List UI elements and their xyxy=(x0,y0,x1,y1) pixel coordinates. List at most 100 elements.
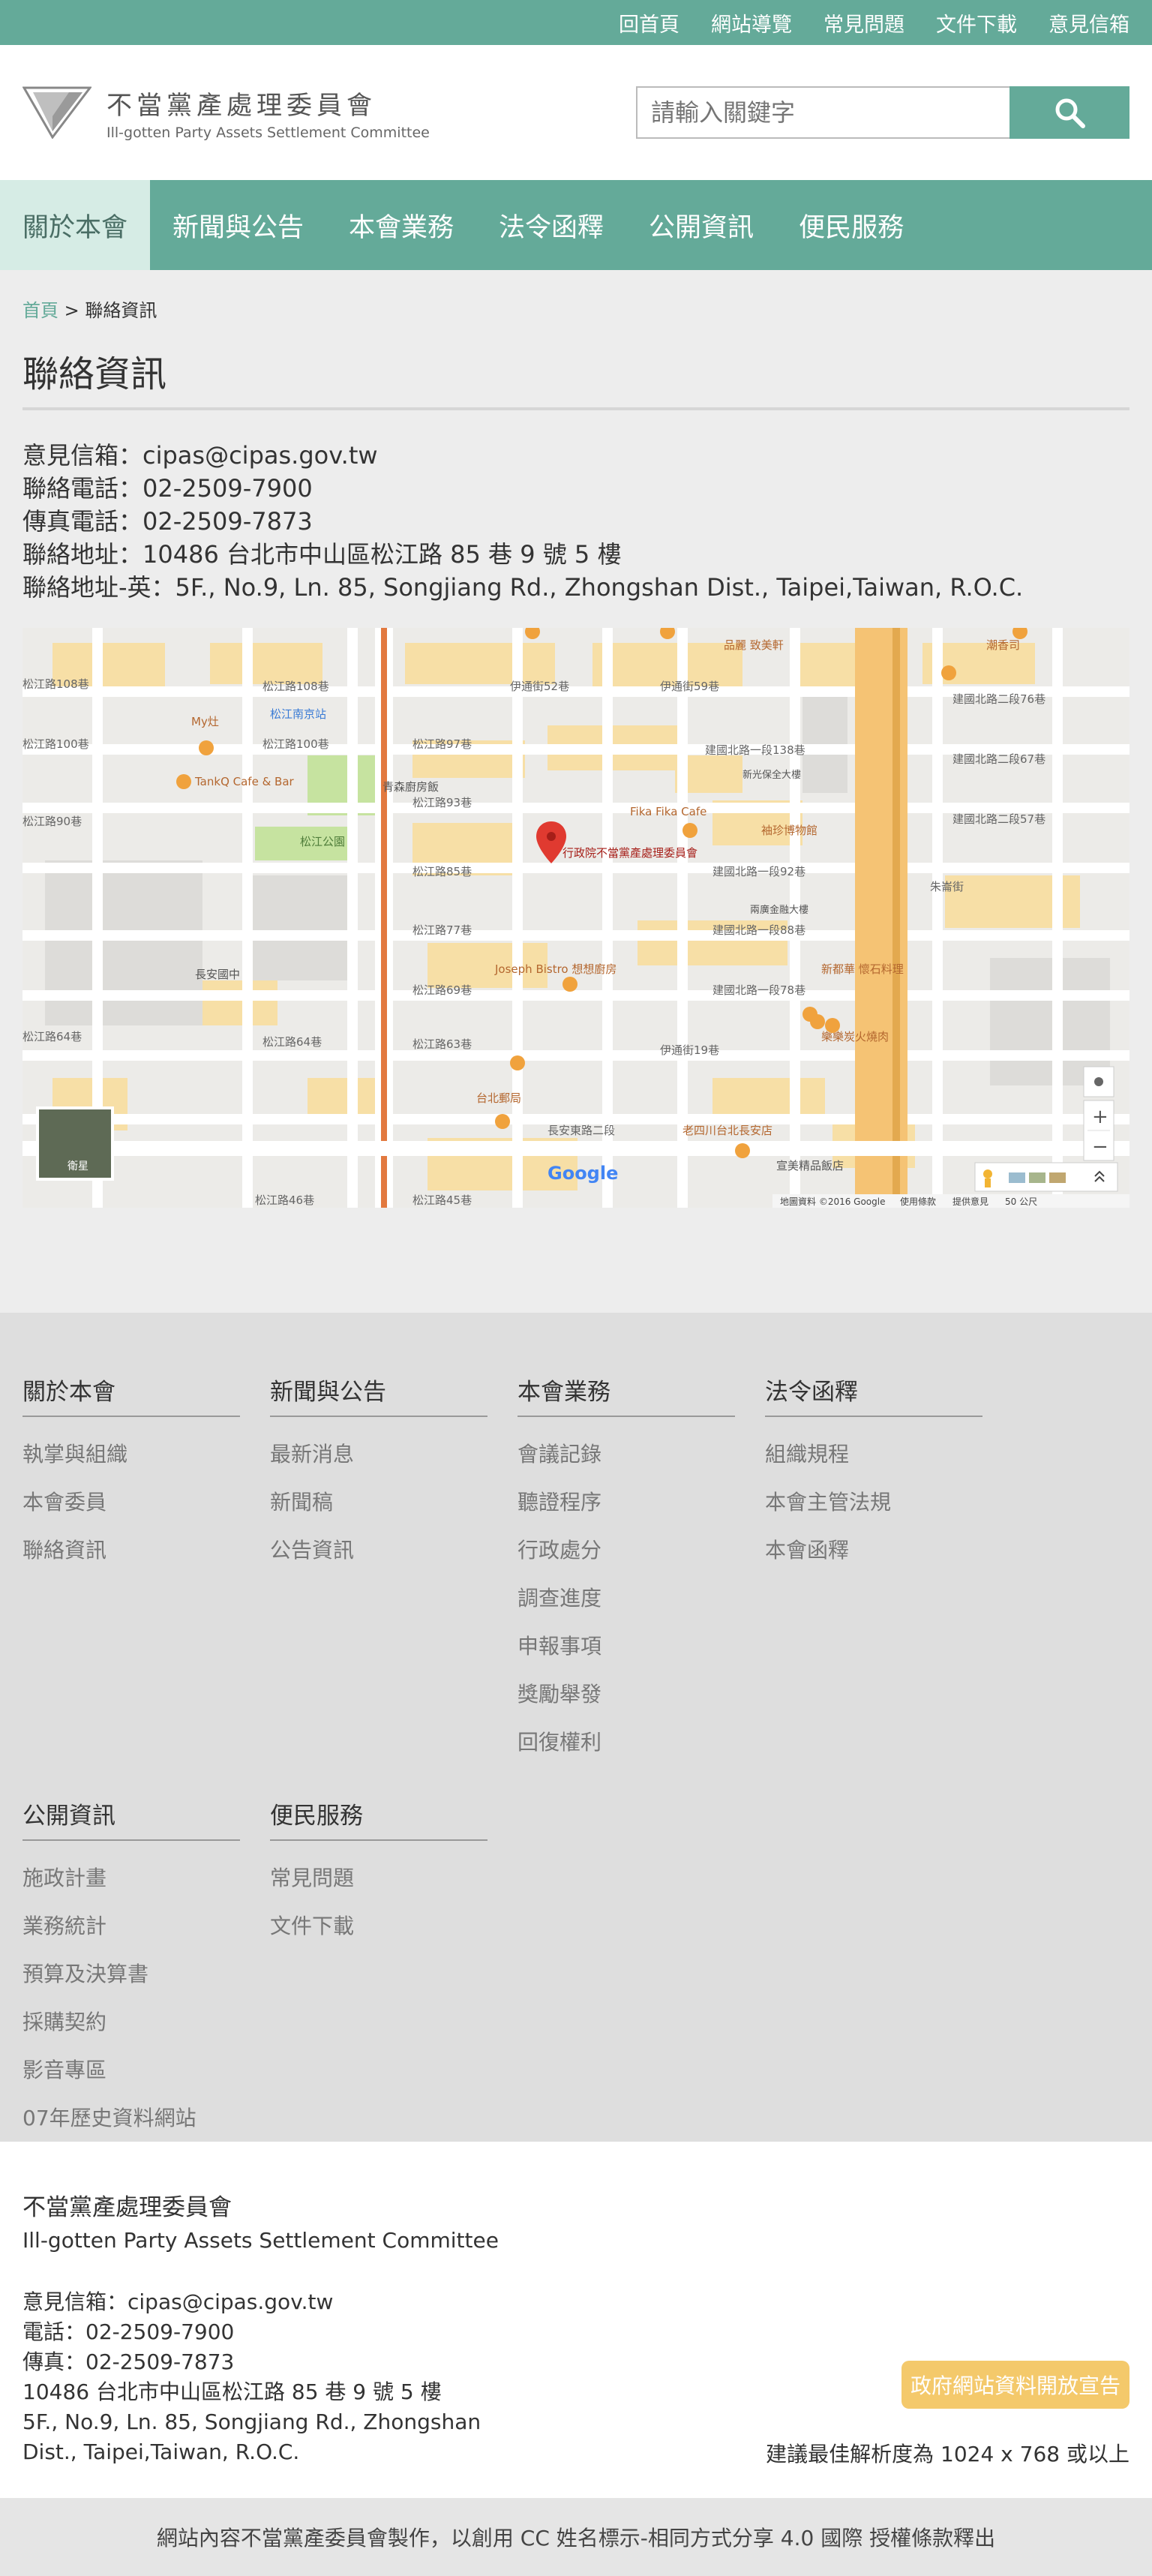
google-logo: Google xyxy=(548,1163,618,1184)
site-logo[interactable]: 不當黨產處理委員會 Ill-gotten Party Assets Settle… xyxy=(22,85,430,141)
map-poi-label: 兩廣金融大樓 xyxy=(750,904,808,916)
contact-email: 意見信箱：cipas@cipas.gov.tw xyxy=(22,441,378,470)
topbar-link-sitemap[interactable]: 網站導覽 xyxy=(711,8,792,38)
footer-link[interactable]: 公告資訊 xyxy=(270,1527,488,1575)
footer-link[interactable]: 業務統計 xyxy=(22,1902,240,1950)
footer-column-title[interactable]: 關於本會 xyxy=(22,1373,240,1417)
footer-column-title[interactable]: 公開資訊 xyxy=(22,1797,240,1841)
map-terms-link[interactable]: 使用條款 xyxy=(900,1196,936,1207)
footer-link[interactable]: 執掌與組織 xyxy=(22,1431,240,1479)
google-map[interactable]: 松江路108巷 松江路108巷 松江路100巷 松江路100巷 松江路97巷 松… xyxy=(22,628,1130,1208)
logo-name-zh: 不當黨產處理委員會 xyxy=(106,90,376,121)
open-data-badge[interactable]: 政府網站資料開放宣告 xyxy=(901,2361,1130,2409)
footer-column-title[interactable]: 本會業務 xyxy=(518,1373,735,1417)
map-poi-label: 品麗 致美軒 xyxy=(724,638,784,652)
search-input[interactable] xyxy=(636,86,1010,139)
footer-link[interactable]: 施政計畫 xyxy=(22,1854,240,1902)
footer-address-en-line1: 5F., No.9, Ln. 85, Songjiang Rd., Zhongs… xyxy=(22,2409,482,2434)
footer-column-public-info: 公開資訊 施政計畫 業務統計 預算及決算書 採購契約 影音專區 07年歷史資料網… xyxy=(22,1797,240,2142)
footer-link[interactable]: 會議記錄 xyxy=(518,1431,735,1479)
map-attribution: 地圖資料 ©2016 Google xyxy=(780,1196,886,1207)
map-poi-label: 新都華 懷石料理 xyxy=(821,962,904,976)
map-street-label: 長安東路二段 xyxy=(548,1124,615,1137)
map-street-label: 松江路100巷 xyxy=(22,737,89,751)
map-zoom-in-button[interactable]: + xyxy=(1092,1106,1108,1128)
map-street-label: 建國北路一段78巷 xyxy=(712,983,806,997)
footer-org-name-en: Ill-gotten Party Assets Settlement Commi… xyxy=(22,2228,499,2253)
contact-fax: 傳真電話：02-2509-7873 xyxy=(22,507,313,536)
map-poi-label: Joseph Bistro 想想廚房 xyxy=(494,962,616,976)
footer-link[interactable]: 最新消息 xyxy=(270,1431,488,1479)
footer-link[interactable]: 本會委員 xyxy=(22,1479,240,1527)
footer-link[interactable]: 本會函釋 xyxy=(765,1527,982,1575)
footer-link[interactable]: 本會主管法規 xyxy=(765,1479,982,1527)
topbar-link-home[interactable]: 回首頁 xyxy=(619,8,680,38)
footer-column-title[interactable]: 便民服務 xyxy=(270,1797,488,1841)
nav-services[interactable]: 便民服務 xyxy=(776,180,926,270)
footer-column-title[interactable]: 法令函釋 xyxy=(765,1373,982,1417)
footer-link[interactable]: 採購契約 xyxy=(22,1998,240,2046)
map-street-label: 松江路90巷 xyxy=(22,815,82,828)
nav-business[interactable]: 本會業務 xyxy=(326,180,476,270)
footer-column-news: 新聞與公告 最新消息 新聞稿 公告資訊 xyxy=(270,1373,488,1767)
map-street-label: 建國北路一段92巷 xyxy=(712,865,806,878)
map-report-link[interactable]: 提供意見 xyxy=(952,1196,988,1207)
footer-link[interactable]: 預算及決算書 xyxy=(22,1950,240,1998)
breadcrumb-separator: > xyxy=(64,300,80,321)
topbar-link-faq[interactable]: 常見問題 xyxy=(824,8,904,38)
map-street-label: 松江路85巷 xyxy=(412,865,472,878)
copyright-bar: 網站內容不當黨產委員會製作，以創用 CC 姓名標示-相同方式分享 4.0 國際 … xyxy=(0,2498,1152,2576)
map-street-label: 松江路77巷 xyxy=(412,923,472,937)
map-street-label: 松江路93巷 xyxy=(412,796,472,809)
map-poi-label: 潮香司 xyxy=(986,638,1020,652)
footer-link[interactable]: 07年歷史資料網站 xyxy=(22,2094,240,2142)
page-title: 聯絡資訊 xyxy=(22,322,1130,410)
footer-link[interactable]: 申報事項 xyxy=(518,1623,735,1671)
main-nav: 關於本會 新聞與公告 本會業務 法令函釋 公開資訊 便民服務 xyxy=(0,180,1152,270)
breadcrumb-home[interactable]: 首頁 xyxy=(22,300,58,321)
topbar-link-feedback[interactable]: 意見信箱 xyxy=(1048,8,1130,38)
map-locate-button[interactable] xyxy=(1083,1066,1114,1097)
map-poi-label: 新光保全大樓 xyxy=(742,769,801,781)
map-street-label: 松江路97巷 xyxy=(412,737,472,751)
footer-link[interactable]: 組織規程 xyxy=(765,1431,982,1479)
map-street-label: 伊通街59巷 xyxy=(660,680,719,693)
map-street-label: 松江路46巷 xyxy=(255,1193,314,1207)
nav-news[interactable]: 新聞與公告 xyxy=(150,180,326,270)
map-street-label: 松江路108巷 xyxy=(22,677,89,691)
map-scale: 50 公尺 xyxy=(1005,1196,1037,1207)
breadcrumb: 首頁 > 聯絡資訊 xyxy=(22,270,1130,322)
map-streetview-bar[interactable] xyxy=(974,1162,1118,1192)
map-poi-label: 松江公園 xyxy=(300,835,345,848)
map-poi-label: 松江南京站 xyxy=(270,707,326,721)
map-poi-label: 台北郵局 xyxy=(476,1091,521,1105)
footer-link[interactable]: 聯絡資訊 xyxy=(22,1527,240,1575)
topbar-link-downloads[interactable]: 文件下載 xyxy=(936,8,1017,38)
logo-name-en: Ill-gotten Party Assets Settlement Commi… xyxy=(106,124,430,141)
search-button[interactable] xyxy=(1010,86,1130,139)
map-street-label: 松江路63巷 xyxy=(412,1037,472,1051)
map-zoom-out-button[interactable]: − xyxy=(1092,1136,1108,1158)
footer-nav: 關於本會 執掌與組織 本會委員 聯絡資訊 新聞與公告 最新消息 新聞稿 公告資訊… xyxy=(0,1313,1152,2142)
nav-laws[interactable]: 法令函釋 xyxy=(476,180,626,270)
footer-link[interactable]: 行政處分 xyxy=(518,1527,735,1575)
footer-link[interactable]: 常見問題 xyxy=(270,1854,488,1902)
footer-link[interactable]: 文件下載 xyxy=(270,1902,488,1950)
map-poi-label: 青森廚房飯 xyxy=(382,780,439,794)
footer-link[interactable]: 影音專區 xyxy=(22,2046,240,2094)
map-street-label: 松江路100巷 xyxy=(262,737,329,751)
footer-column-title[interactable]: 新聞與公告 xyxy=(270,1373,488,1417)
footer-link[interactable]: 獎勵舉發 xyxy=(518,1671,735,1719)
footer-link[interactable]: 回復權利 xyxy=(518,1719,735,1767)
footer-link[interactable]: 聽證程序 xyxy=(518,1479,735,1527)
nav-about[interactable]: 關於本會 xyxy=(0,180,150,270)
top-utility-bar: 回首頁 網站導覽 常見問題 文件下載 意見信箱 xyxy=(0,0,1152,45)
map-poi-label: 長安國中 xyxy=(195,968,240,981)
footer-email: 意見信箱：cipas@cipas.gov.tw xyxy=(22,2289,334,2314)
footer-link[interactable]: 新聞稿 xyxy=(270,1479,488,1527)
map-street-label: 松江路64巷 xyxy=(22,1030,82,1043)
footer-link[interactable]: 調查進度 xyxy=(518,1575,735,1623)
site-header: 不當黨產處理委員會 Ill-gotten Party Assets Settle… xyxy=(0,45,1152,180)
nav-public-info[interactable]: 公開資訊 xyxy=(626,180,776,270)
contact-info: 意見信箱：cipas@cipas.gov.tw 聯絡電話：02-2509-790… xyxy=(22,439,1130,604)
